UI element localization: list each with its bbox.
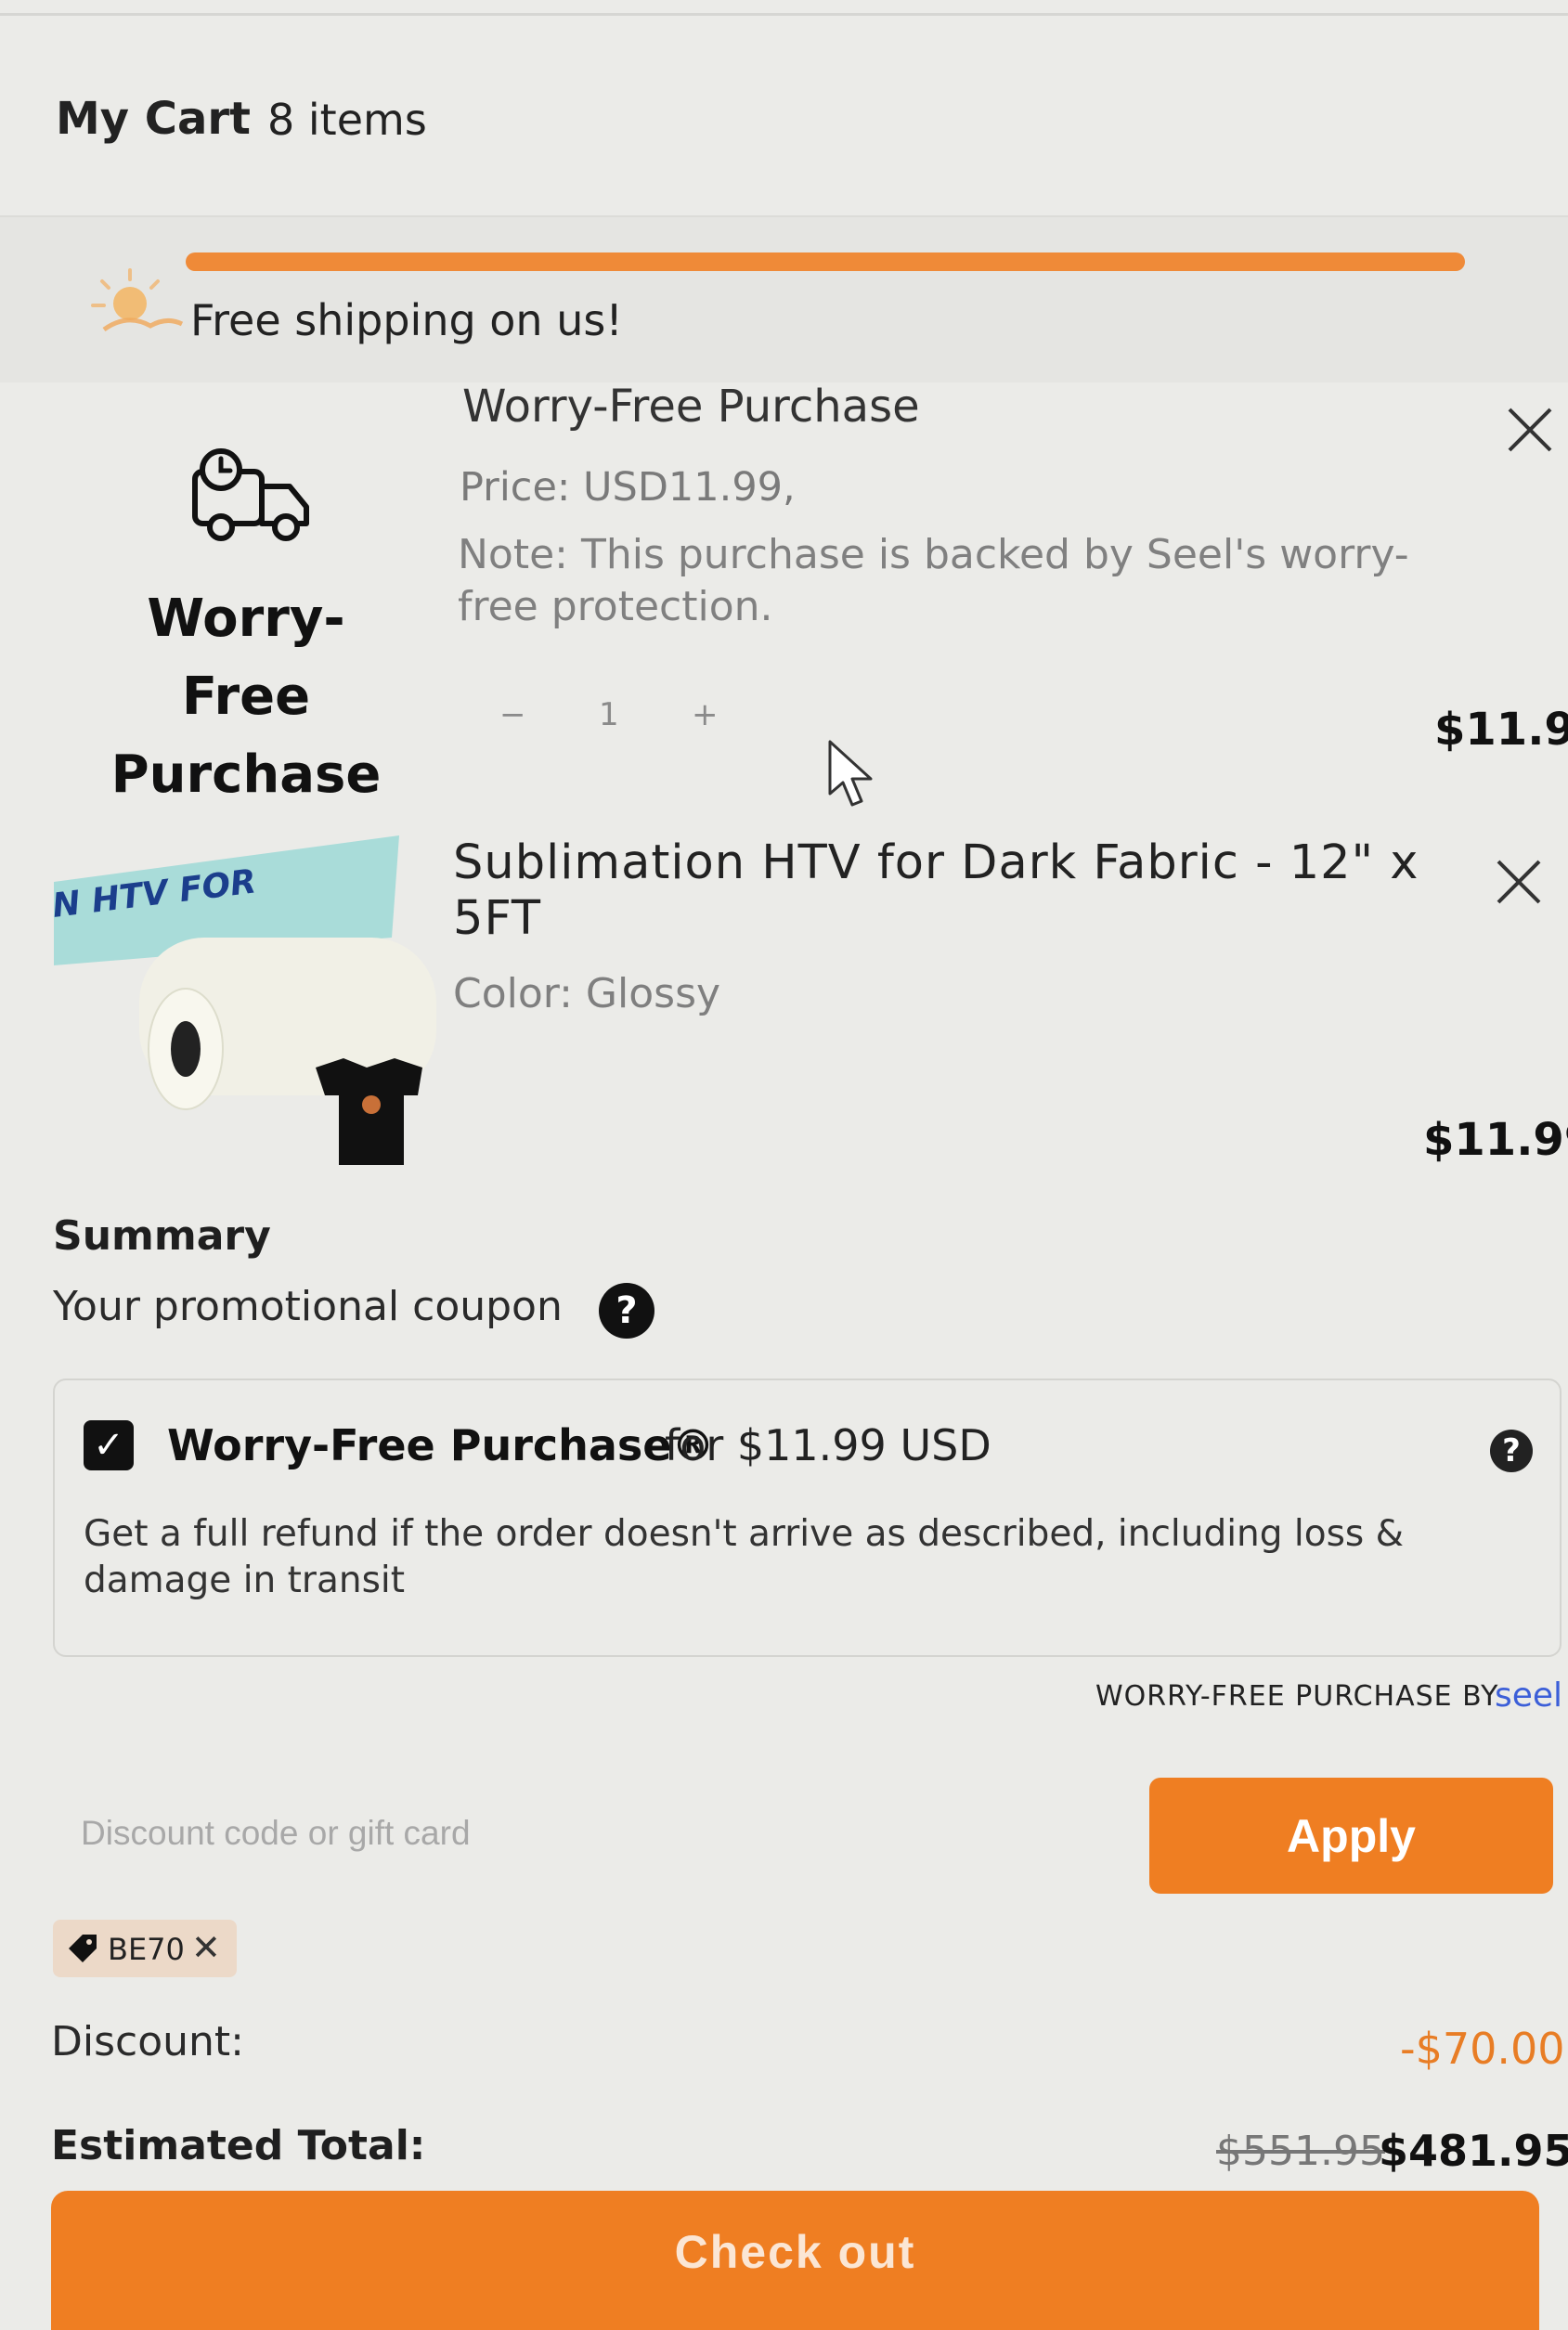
free-shipping-text: Free shipping on us! [190, 295, 623, 345]
mouse-cursor-icon [828, 740, 873, 807]
item-price-label: Price: USD11.99, [460, 464, 796, 511]
discount-label: Discount: [51, 2018, 244, 2065]
discount-code-input[interactable] [53, 1782, 1139, 1884]
remove-item-close-icon[interactable] [1493, 856, 1545, 908]
apply-button[interactable]: Apply [1149, 1778, 1553, 1894]
tag-icon [69, 1935, 97, 1962]
seel-brand-link[interactable]: seel [1495, 1676, 1562, 1715]
worry-free-offer-price: for $11.99 USD [665, 1420, 991, 1470]
final-total: $481.95 [1379, 2126, 1568, 2176]
cart-title: My Cart [56, 93, 251, 145]
worry-free-offer-title: Worry-Free Purchase® [167, 1420, 715, 1470]
quantity-value: 1 [599, 696, 619, 733]
applied-code-text: BE70 [108, 1932, 185, 1967]
remove-item-close-icon[interactable] [1504, 404, 1556, 456]
promo-coupon-label: Your promotional coupon [53, 1283, 563, 1330]
quantity-increase-button[interactable]: + [692, 696, 719, 733]
product-thumbnail[interactable]: N HTV FOR [46, 826, 436, 1179]
worry-free-description: Get a full refund if the order doesn't a… [84, 1513, 1405, 1601]
original-total: $551.95 [1216, 2128, 1385, 2175]
estimated-total-label: Estimated Total: [51, 2122, 426, 2169]
sun-icon [91, 268, 184, 332]
item-note: Note: This purchase is backed by Seel's … [458, 531, 1409, 630]
truck-icon [192, 448, 309, 541]
item-line-price: $11.99 [1434, 704, 1568, 756]
item-title[interactable]: Sublimation HTV for Dark Fabric - 12" x … [453, 835, 1456, 947]
checkout-button[interactable]: Check out [51, 2191, 1539, 2330]
top-divider [0, 13, 1568, 16]
item-title: Worry-Free Purchase [462, 381, 920, 433]
discount-value: -$70.00 [1400, 2024, 1565, 2074]
item-line-price: $11.99 [1423, 1114, 1568, 1166]
summary-heading: Summary [53, 1212, 271, 1260]
worry-free-checkbox[interactable]: ✓ [84, 1420, 134, 1470]
item-variant: Color: Glossy [453, 970, 721, 1017]
promo-help-icon[interactable]: ? [599, 1283, 654, 1339]
worry-free-thumbnail-title: Worry-Free Purchase [110, 589, 382, 805]
worry-free-by-label: WORRY-FREE PURCHASE BY [1095, 1680, 1499, 1713]
quantity-decrease-button[interactable]: − [499, 696, 526, 733]
worry-free-help-icon[interactable]: ? [1490, 1430, 1533, 1472]
remove-code-close-icon[interactable]: ✕ [191, 1927, 221, 1968]
cart-item-count: 8 items [267, 95, 427, 145]
free-shipping-progress-bar [186, 252, 1465, 271]
